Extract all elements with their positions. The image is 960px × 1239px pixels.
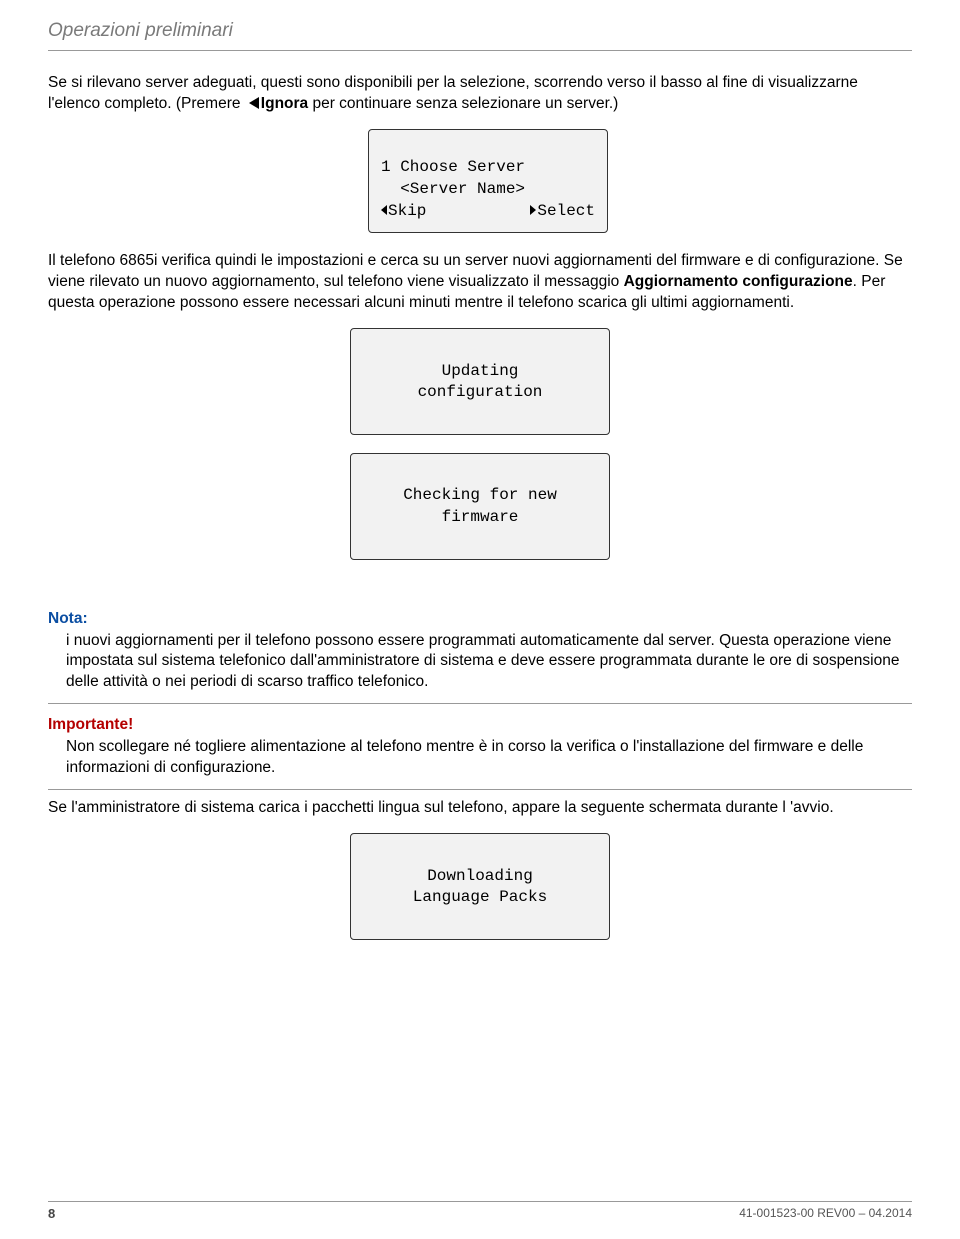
screen2-line1: Updating (442, 362, 519, 380)
paragraph-3: Se l'amministratore di sistema carica i … (48, 798, 912, 819)
note-text: i nuovi aggiornamenti per il telefono po… (48, 631, 912, 694)
left-arrow-icon (249, 97, 259, 109)
paragraph-1: Se si rilevano server adeguati, questi s… (48, 73, 912, 115)
important-block: Importante! Non scollegare né togliere a… (48, 708, 912, 790)
screen1-select: Select (537, 202, 595, 220)
page-footer: 8 41-001523-00 REV00 – 04.2014 (48, 1201, 912, 1221)
important-title: Importante! (48, 716, 912, 734)
para1-text-b: per continuare senza selezionare un serv… (308, 95, 618, 112)
header-divider (48, 50, 912, 51)
screen-updating: Updating configuration (350, 328, 610, 435)
right-arrow-icon (530, 205, 536, 215)
note-block: Nota: i nuovi aggiornamenti per il telef… (48, 600, 912, 705)
screen3-line1: Checking for new (403, 486, 557, 504)
screen2-line2: configuration (418, 383, 543, 401)
para1-bold: Ignora (261, 95, 308, 112)
screen-checking: Checking for new firmware (350, 453, 610, 560)
screen4-line2: Language Packs (413, 888, 547, 906)
screen1-line1: 1 Choose Server (381, 158, 525, 176)
screen3-line2: firmware (442, 508, 519, 526)
doc-id: 41-001523-00 REV00 – 04.2014 (739, 1206, 912, 1221)
screen-downloading: Downloading Language Packs (350, 833, 610, 940)
screen-choose-server: 1 Choose Server <Server Name> Skip Select (368, 129, 608, 233)
page-number: 8 (48, 1206, 55, 1221)
page-section-header: Operazioni preliminari (48, 20, 912, 42)
para2-bold: Aggiornamento configurazione (624, 273, 853, 290)
paragraph-2: Il telefono 6865i verifica quindi le imp… (48, 251, 912, 314)
screen4-line1: Downloading (427, 867, 533, 885)
screen1-skip: Skip (388, 202, 426, 220)
left-arrow-icon (381, 205, 387, 215)
screen1-line2: <Server Name> (381, 180, 525, 198)
important-text: Non scollegare né togliere alimentazione… (48, 737, 912, 779)
note-title: Nota: (48, 610, 912, 628)
